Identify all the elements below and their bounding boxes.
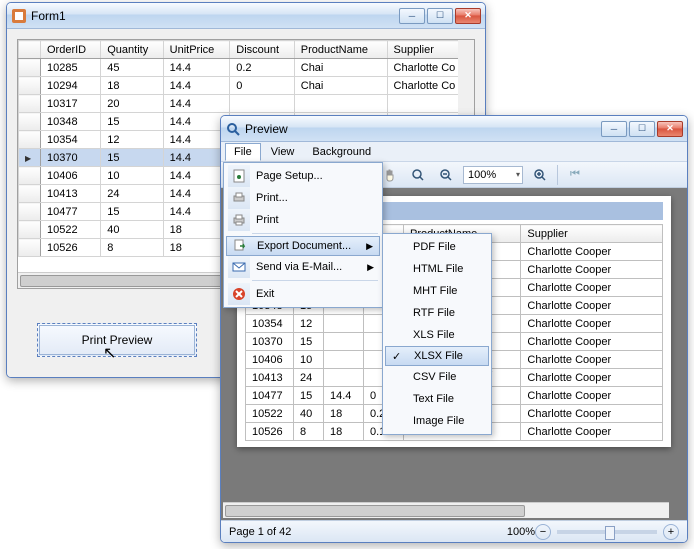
print-dialog-icon	[228, 187, 250, 209]
menu-exit-label: Exit	[256, 288, 274, 300]
export-xls[interactable]: XLS File	[385, 324, 489, 346]
close-button[interactable]: ✕	[657, 121, 683, 137]
export-csv-label: CSV File	[413, 371, 456, 383]
column-header[interactable]: ProductName	[294, 41, 387, 59]
tool-magnify-icon[interactable]	[407, 164, 429, 186]
column-header: Supplier	[521, 225, 663, 243]
menu-print-dialog[interactable]: Print...	[226, 187, 380, 209]
minimize-button[interactable]: ─	[399, 8, 425, 24]
print-preview-label: Print Preview	[82, 333, 153, 347]
export-html[interactable]: HTML File	[385, 258, 489, 280]
preview-hscroll[interactable]	[223, 502, 669, 518]
menu-view-label: View	[271, 146, 295, 158]
form1-titlebar[interactable]: Form1 ─ ☐ ✕	[7, 3, 485, 29]
menu-page-setup[interactable]: Page Setup...	[226, 165, 380, 187]
export-pdf[interactable]: PDF File	[385, 236, 489, 258]
menu-view[interactable]: View	[263, 144, 303, 160]
menu-background-label: Background	[312, 146, 371, 158]
zoom-combo[interactable]: 100%	[463, 166, 523, 184]
menu-exit[interactable]: Exit	[226, 283, 380, 305]
print-preview-button[interactable]: Print Preview	[37, 323, 197, 357]
minimize-button[interactable]: ─	[601, 121, 627, 137]
print-icon	[228, 209, 250, 231]
tool-zoomout-icon[interactable]	[435, 164, 457, 186]
export-xls-label: XLS File	[413, 329, 455, 341]
tool-first-icon[interactable]: ⏮	[564, 164, 586, 186]
form1-title: Form1	[31, 9, 399, 23]
zoom-minus-button[interactable]: −	[535, 524, 551, 540]
export-pdf-label: PDF File	[413, 241, 456, 253]
zoom-slider[interactable]	[557, 530, 657, 534]
column-header[interactable]: UnitPrice	[163, 41, 230, 59]
submenu-arrow-icon: ▶	[367, 262, 374, 273]
submenu-arrow-icon: ▶	[366, 241, 373, 252]
export-submenu: PDF File HTML File MHT File RTF File XLS…	[382, 233, 492, 435]
menu-print[interactable]: Print	[226, 209, 380, 231]
column-header[interactable]: Quantity	[101, 41, 163, 59]
menu-send-email[interactable]: Send via E-Mail... ▶	[226, 256, 380, 278]
table-row[interactable]: 102941814.40ChaiCharlotte Co	[19, 77, 474, 95]
close-button[interactable]: ✕	[455, 8, 481, 24]
export-xlsx-label: XLSX File	[414, 350, 463, 362]
menu-print-dialog-label: Print...	[256, 192, 288, 204]
export-rtf-label: RTF File	[413, 307, 455, 319]
menu-background[interactable]: Background	[304, 144, 379, 160]
export-img[interactable]: Image File	[385, 410, 489, 432]
file-menu: Page Setup... Print... Print Export Docu…	[223, 162, 383, 308]
menu-file-label: File	[234, 146, 252, 158]
export-xlsx[interactable]: XLSX File	[385, 346, 489, 366]
column-header[interactable]: OrderID	[41, 41, 101, 59]
zoom-plus-button[interactable]: +	[663, 524, 679, 540]
export-img-label: Image File	[413, 415, 464, 427]
export-txt[interactable]: Text File	[385, 388, 489, 410]
menu-send-label: Send via E-Mail...	[256, 261, 342, 273]
preview-statusbar: Page 1 of 42 100% − +	[221, 520, 687, 542]
export-html-label: HTML File	[413, 263, 463, 275]
export-txt-label: Text File	[413, 393, 454, 405]
menu-print-label: Print	[256, 214, 279, 226]
zoom-value: 100%	[468, 169, 496, 181]
form1-app-icon	[11, 8, 27, 24]
maximize-button[interactable]: ☐	[629, 121, 655, 137]
export-mht[interactable]: MHT File	[385, 280, 489, 302]
preview-app-icon	[225, 121, 241, 137]
status-zoom: 100%	[507, 526, 535, 538]
menu-page-setup-label: Page Setup...	[256, 170, 323, 182]
preview-title: Preview	[245, 122, 601, 136]
export-mht-label: MHT File	[413, 285, 457, 297]
table-row[interactable]: 102854514.40.2ChaiCharlotte Co	[19, 59, 474, 77]
menu-export-document[interactable]: Export Document... ▶	[226, 236, 380, 256]
menu-export-label: Export Document...	[257, 240, 351, 252]
column-header[interactable]: Discount	[230, 41, 295, 59]
preview-menubar: File View Background	[221, 142, 687, 162]
exit-icon	[228, 283, 250, 305]
email-icon	[228, 256, 250, 278]
preview-window: Preview ─ ☐ ✕ File View Background 100%	[220, 115, 688, 543]
export-rtf[interactable]: RTF File	[385, 302, 489, 324]
preview-titlebar[interactable]: Preview ─ ☐ ✕	[221, 116, 687, 142]
table-row[interactable]: 103172014.4	[19, 95, 474, 113]
export-csv[interactable]: CSV File	[385, 366, 489, 388]
page-setup-icon	[228, 165, 250, 187]
status-page: Page 1 of 42	[229, 526, 291, 538]
menu-file[interactable]: File	[225, 143, 261, 161]
maximize-button[interactable]: ☐	[427, 8, 453, 24]
export-icon	[229, 235, 251, 257]
tool-zoomin-icon[interactable]	[529, 164, 551, 186]
